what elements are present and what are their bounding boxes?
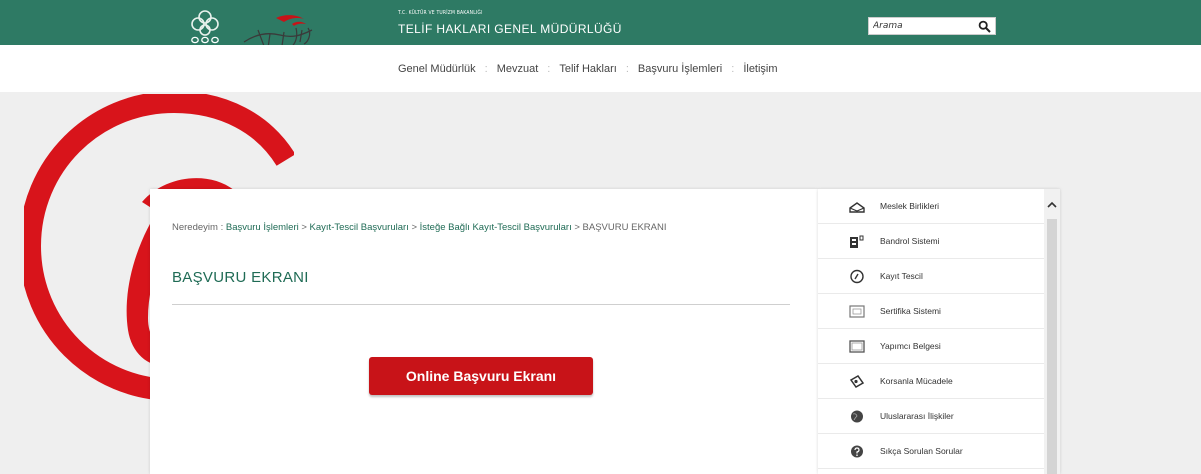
search-box: [868, 17, 996, 35]
breadcrumb-link-basvuru-islemleri[interactable]: Başvuru İşlemleri: [226, 222, 299, 233]
chevron-up-icon[interactable]: [1044, 197, 1060, 213]
sidebar-item-meslek-birlikleri[interactable]: Meslek Birlikleri: [818, 189, 1044, 224]
globe-icon: [851, 410, 863, 423]
main-navigation-bar: Genel Müdürlük: Mevzuat: Telif Hakları: Baş…: [0, 45, 1201, 92]
question-icon: [851, 445, 863, 458]
ministry-name: T.C. KÜLTÜR VE TURİZM BAKANLIĞI: [398, 10, 483, 16]
content-card: Neredeyim : Başvuru İşlemleri > Kayıt-Te…: [150, 189, 818, 474]
top-header-bar: T.C. KÜLTÜR VE TURİZM BAKANLIĞI TELİF HA…: [0, 0, 1201, 49]
yapimci-belgesi-icon: [849, 340, 865, 353]
sidebar-item-label: Sıkça Sorulan Sorular: [880, 446, 963, 456]
sidebar-item-label: Korsanla Mücadele: [880, 376, 953, 386]
breadcrumb-link-kayit-tescil[interactable]: Kayıt-Tescil Başvuruları: [310, 222, 409, 233]
nav-separator: :: [625, 63, 629, 75]
sidebar-item-label: Uluslararası İlişkiler: [880, 411, 954, 421]
ministry-knot-logo-icon[interactable]: [186, 9, 224, 45]
sidebar-item-label: Bandrol Sistemi: [880, 236, 940, 246]
breadcrumb-current: BAŞVURU EKRANI: [582, 222, 667, 233]
bandrol-icon: [850, 235, 864, 248]
sidebar-item-sertifika-sistemi[interactable]: Sertifika Sistemi: [818, 294, 1044, 329]
sidebar-item-yapimci-belgesi[interactable]: Yapımcı Belgesi: [818, 329, 1044, 364]
breadcrumb-separator: >: [298, 222, 310, 233]
main-nav: Genel Müdürlük: Mevzuat: Telif Hakları: Baş…: [398, 63, 778, 75]
nav-genel-mudurluk[interactable]: Genel Müdürlük: [398, 63, 476, 75]
sidebar-item-uluslararasi-iliskiler[interactable]: Uluslararası İlişkiler: [818, 399, 1044, 434]
title-divider: [172, 304, 790, 305]
search-icon[interactable]: [978, 20, 991, 33]
meslek-birlikleri-icon: [849, 202, 865, 213]
sidebar-scrollbar[interactable]: [1044, 189, 1060, 474]
search-input[interactable]: [873, 19, 971, 33]
quick-links-sidebar: Meslek Birlikleri Bandrol Sistemi Kayıt …: [818, 189, 1060, 474]
sidebar-item-sss[interactable]: Sıkça Sorulan Sorular: [818, 434, 1044, 469]
agency-name[interactable]: TELİF HAKLARI GENEL MÜDÜRLÜĞÜ: [398, 22, 622, 36]
scrollbar-thumb[interactable]: [1047, 219, 1057, 474]
sidebar-item-label: Meslek Birlikleri: [880, 201, 940, 211]
nav-mevzuat[interactable]: Mevzuat: [497, 63, 539, 75]
breadcrumb: Neredeyim : Başvuru İşlemleri > Kayıt-Te…: [172, 221, 782, 234]
sidebar-item-label: Sertifika Sistemi: [880, 306, 941, 316]
sidebar-item-label: Yapımcı Belgesi: [880, 341, 941, 351]
nav-separator: :: [547, 63, 551, 75]
page-title: BAŞVURU EKRANI: [172, 269, 309, 286]
kayit-tescil-icon: [850, 269, 864, 284]
sertifika-icon: [849, 305, 865, 318]
nav-iletisim[interactable]: İletişim: [743, 63, 777, 75]
online-application-button[interactable]: Online Başvuru Ekranı: [369, 357, 593, 395]
breadcrumb-prefix: Neredeyim :: [172, 222, 226, 233]
breadcrumb-separator: >: [571, 222, 583, 233]
nav-separator: :: [484, 63, 488, 75]
nav-telif-haklari[interactable]: Telif Hakları: [559, 63, 616, 75]
sidebar-item-label: Kayıt Tescil: [880, 271, 923, 281]
sidebar-item-bandrol-sistemi[interactable]: Bandrol Sistemi: [818, 224, 1044, 259]
nav-separator: :: [731, 63, 735, 75]
breadcrumb-separator: >: [408, 222, 420, 233]
breadcrumb-link-istege-bagli[interactable]: İsteğe Bağlı Kayıt-Tescil Başvuruları: [420, 222, 572, 233]
korsan-icon: [849, 375, 865, 388]
nav-basvuru-islemleri[interactable]: Başvuru İşlemleri: [638, 63, 722, 75]
sidebar-item-kayit-tescil[interactable]: Kayıt Tescil: [818, 259, 1044, 294]
sidebar-item-korsanla-mucadele[interactable]: Korsanla Mücadele: [818, 364, 1044, 399]
